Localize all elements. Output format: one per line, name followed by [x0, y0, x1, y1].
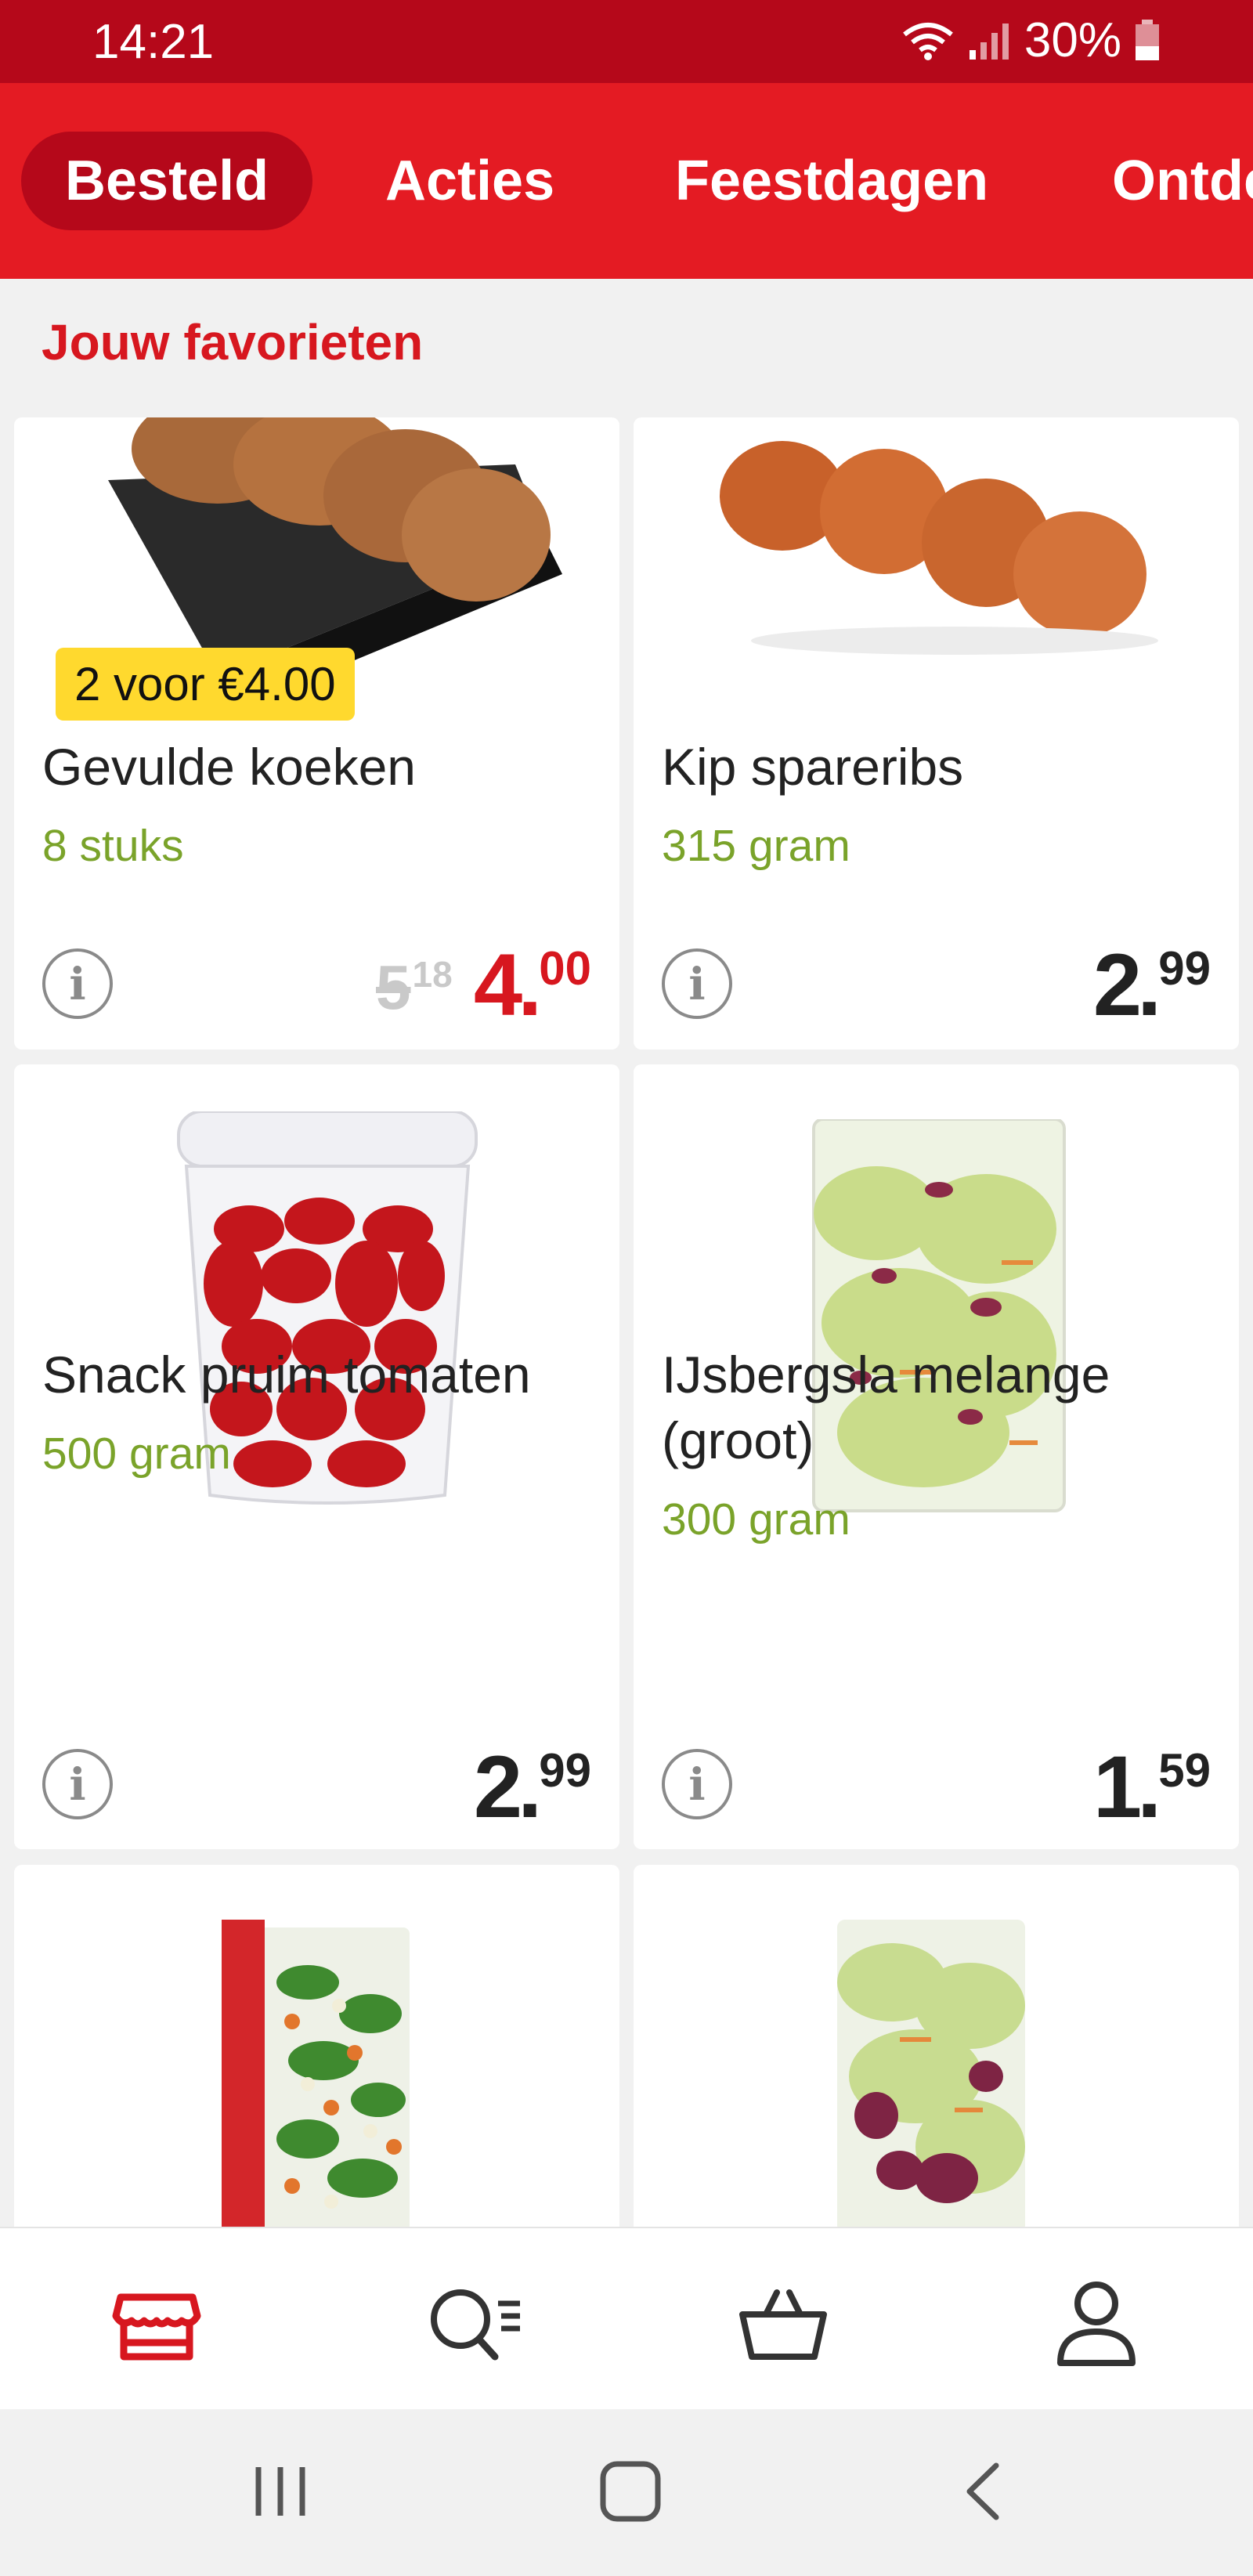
product-name-line-1: IJsbergsla melange — [662, 1346, 1110, 1404]
info-icon[interactable]: i — [662, 1749, 732, 1819]
bottom-navigation — [0, 2227, 1253, 2411]
nav-search[interactable] — [423, 2275, 520, 2369]
price-euros: 4 — [473, 936, 523, 1034]
info-icon[interactable]: i — [662, 948, 732, 1019]
status-icons: 30% — [901, 13, 1161, 68]
system-navigation-bar — [0, 2409, 1253, 2576]
product-card-snack-pruim-tomaten[interactable]: Snack pruim tomaten 500 gram i 2 . 99 — [14, 1064, 619, 1849]
old-price-euros: 5 — [376, 952, 411, 1022]
product-unit: 8 stuks — [42, 821, 184, 871]
old-price: 5 18 — [376, 956, 453, 1019]
status-time: 14:21 — [92, 15, 215, 69]
price-cents: 99 — [539, 1744, 591, 1797]
battery-percentage: 30% — [1024, 13, 1121, 67]
signal-icon — [969, 23, 1009, 60]
tab-feestdagen[interactable]: Feestdagen — [675, 132, 988, 230]
product-unit: 315 gram — [662, 821, 850, 871]
price: 1 . 59 — [1092, 1738, 1211, 1836]
back-icon[interactable] — [955, 2456, 1010, 2527]
home-icon[interactable] — [595, 2456, 666, 2527]
wifi-icon — [903, 22, 953, 60]
product-image-salad-mix — [837, 1920, 1025, 2227]
nav-store[interactable] — [110, 2275, 204, 2369]
product-unit: 500 gram — [42, 1429, 231, 1479]
old-price-cents: 18 — [412, 954, 453, 995]
product-card-partial-right[interactable] — [634, 1865, 1239, 2227]
info-icon[interactable]: i — [42, 1749, 113, 1819]
product-image-vegetable-mix — [222, 1920, 410, 2227]
nav-profile[interactable] — [1049, 2275, 1143, 2369]
sale-price: 4 . 00 — [473, 936, 591, 1034]
profile-icon — [1057, 2282, 1136, 2366]
product-unit: 300 gram — [662, 1494, 850, 1545]
promo-badge: 2 voor €4.00 — [56, 648, 355, 721]
price-cents: 99 — [1158, 942, 1211, 995]
tab-ontdek[interactable]: Ontdek — [1112, 132, 1253, 230]
product-card-partial-left[interactable] — [14, 1865, 619, 2227]
product-name: Gevulde koeken — [42, 738, 416, 796]
basket-icon — [739, 2289, 827, 2360]
info-icon[interactable]: i — [42, 948, 113, 1019]
tab-besteld[interactable]: Besteld — [21, 132, 313, 230]
product-card-gevulde-koeken[interactable]: 2 voor €4.00 Gevulde koeken 8 stuks i 5 … — [14, 417, 619, 1050]
search-list-icon — [431, 2289, 520, 2361]
recent-apps-icon[interactable] — [249, 2456, 312, 2527]
section-title: Jouw favorieten — [42, 314, 424, 370]
price-euros: 2 — [473, 1738, 523, 1836]
product-name: Snack pruim tomaten — [42, 1346, 531, 1404]
status-bar: 14:21 30% — [0, 0, 1253, 83]
price: 2 . 99 — [1092, 936, 1211, 1034]
price-cents: 59 — [1158, 1744, 1211, 1797]
product-image-kip-spareribs — [720, 441, 1158, 655]
nav-basket[interactable] — [736, 2275, 830, 2369]
product-card-kip-spareribs[interactable]: Kip spareribs 315 gram i 2 . 99 — [634, 417, 1239, 1050]
price-cents: 00 — [539, 942, 591, 995]
product-image-ijsbergsla-melange — [812, 1119, 1066, 1512]
battery-icon — [1136, 19, 1159, 60]
product-name: Kip spareribs — [662, 738, 964, 796]
price-euros: 2 — [1092, 936, 1143, 1034]
store-icon — [112, 2293, 201, 2361]
tab-acties[interactable]: Acties — [385, 132, 554, 230]
product-name-line-2: (groot) — [662, 1411, 814, 1469]
price: 2 . 99 — [473, 1738, 591, 1836]
product-grid: 2 voor €4.00 Gevulde koeken 8 stuks i 5 … — [0, 417, 1253, 2227]
category-tab-bar: Besteld Acties Feestdagen Ontdek — [0, 83, 1253, 279]
product-card-ijsbergsla-melange[interactable]: IJsbergsla melange (groot) 300 gram i 1 … — [634, 1064, 1239, 1849]
price-euros: 1 — [1092, 1738, 1143, 1836]
